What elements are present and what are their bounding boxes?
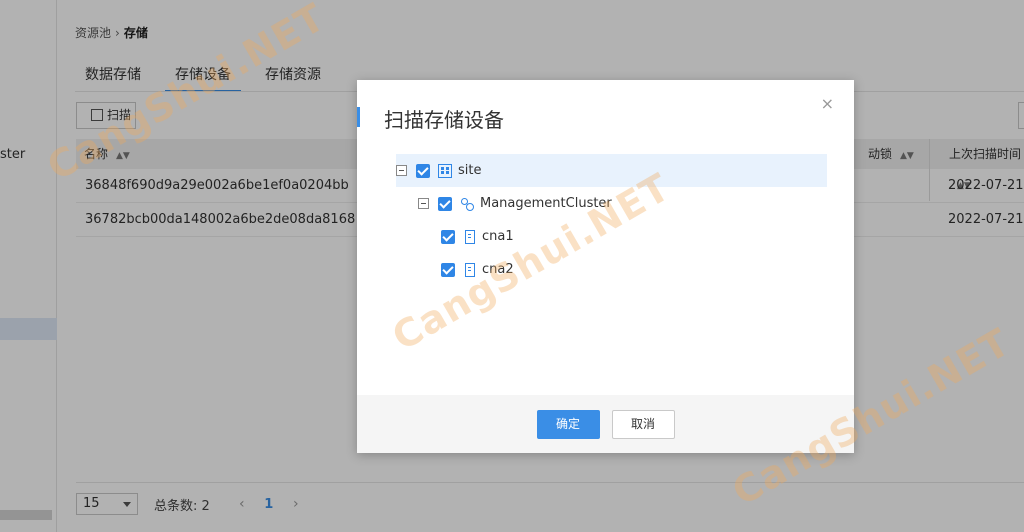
tree-node-site[interactable]: site	[396, 154, 827, 187]
tree-node-label: ManagementCluster	[480, 196, 612, 211]
cluster-icon	[460, 197, 474, 211]
tree-node-label: cna1	[482, 229, 514, 244]
collapse-icon[interactable]	[418, 198, 429, 209]
scan-storage-dialog: 扫描存储设备 × site ManagementCluster cna1 cna…	[357, 80, 854, 453]
host-icon	[465, 262, 475, 277]
tree-node-host[interactable]: cna1	[441, 220, 514, 253]
close-icon[interactable]: ×	[821, 94, 834, 113]
dialog-footer: 确定 取消	[357, 395, 854, 453]
checkbox-cluster[interactable]	[438, 196, 452, 211]
tree-node-label: cna2	[482, 262, 514, 277]
dialog-title: 扫描存储设备	[384, 108, 504, 132]
tree-node-host[interactable]: cna2	[441, 253, 514, 286]
checkbox-site[interactable]	[416, 163, 430, 178]
checkbox-host-cna1[interactable]	[441, 229, 455, 244]
cancel-button[interactable]: 取消	[611, 409, 675, 439]
title-accent-bar	[357, 107, 360, 127]
confirm-button[interactable]: 确定	[536, 409, 600, 439]
tree-node-label: site	[458, 163, 482, 178]
site-icon	[438, 163, 452, 178]
host-icon	[465, 229, 475, 244]
tree-node-cluster[interactable]: ManagementCluster	[418, 187, 612, 220]
checkbox-host-cna2[interactable]	[441, 262, 455, 277]
collapse-icon[interactable]	[396, 165, 407, 176]
